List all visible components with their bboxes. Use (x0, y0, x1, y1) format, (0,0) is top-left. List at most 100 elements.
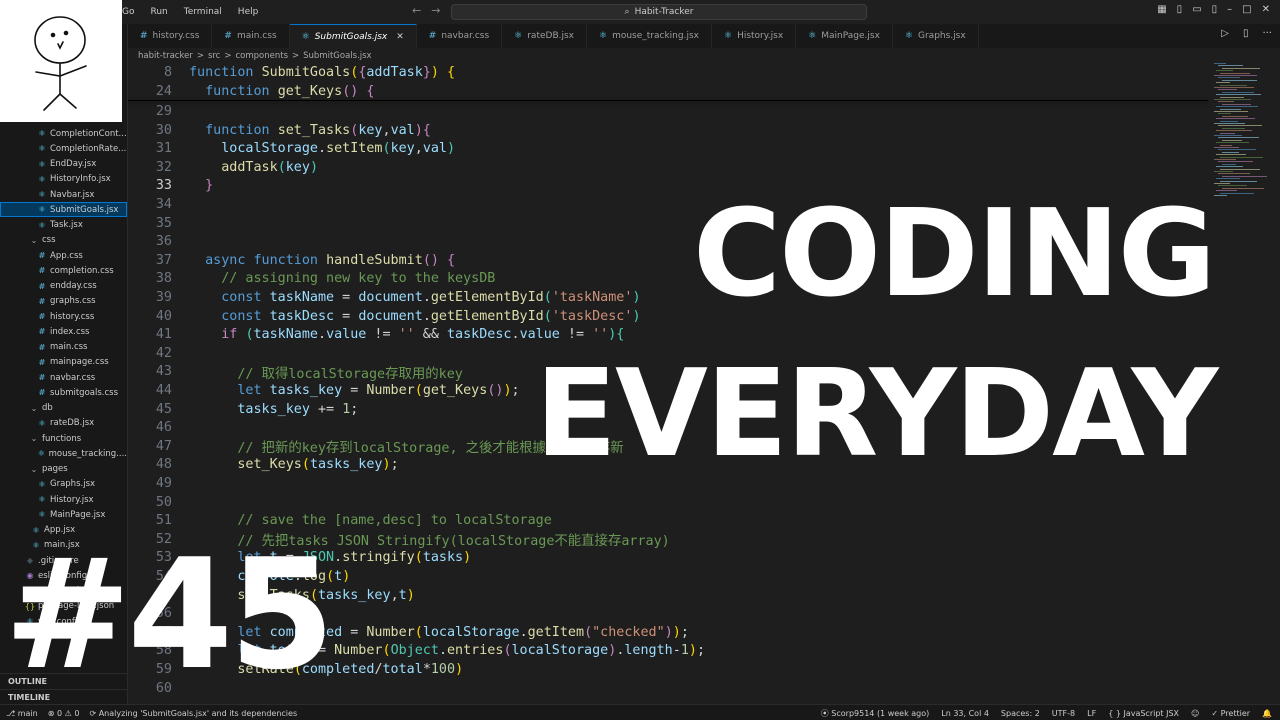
file-item[interactable]: ⚛ CompletionCont... (0, 126, 127, 141)
notifications-icon[interactable]: 🔔 (1262, 709, 1272, 718)
indentation[interactable]: Spaces: 2 (1001, 709, 1040, 718)
tab-mainpage-jsx[interactable]: ⚛ MainPage.jsx (796, 24, 893, 48)
tab-main-css[interactable]: # main.css (212, 24, 290, 48)
tab-ratedb-jsx[interactable]: ⚛ rateDB.jsx (502, 24, 587, 48)
encoding[interactable]: UTF-8 (1052, 709, 1075, 718)
code-line[interactable]: 33 } (128, 176, 213, 195)
code-line[interactable]: 50 (128, 493, 172, 512)
file-item[interactable]: ⚛ mouse_tracking.... (0, 446, 127, 461)
code-line[interactable]: 47 // 把新的key存到localStorage, 之後才能根據這個key存… (128, 437, 624, 457)
close-tab-icon[interactable]: ✕ (396, 32, 404, 42)
file-item[interactable]: ⚛ Navbar.jsx (0, 187, 127, 202)
toggle-secondary-sidebar-icon[interactable]: ▯ (1212, 4, 1218, 15)
code-line[interactable]: 34 (128, 195, 172, 214)
file-item[interactable]: # App.css (0, 248, 127, 263)
language-mode[interactable]: { } JavaScript JSX (1108, 709, 1179, 718)
minimap-line (1218, 113, 1231, 115)
command-center-search[interactable]: ⌕ Habit-Tracker (451, 4, 867, 20)
file-item[interactable]: ⚛ EndDay.jsx (0, 157, 127, 172)
toggle-sidebar-icon[interactable]: ▯ (1177, 4, 1183, 15)
menu-item-go[interactable]: Go (122, 7, 134, 17)
code-line[interactable]: 49 (128, 474, 172, 493)
code-line[interactable]: 40 const taskDesc = document.getElementB… (128, 307, 641, 326)
code-line[interactable]: 46 (128, 418, 172, 437)
code-line[interactable]: 41 if (taskName.value != '' && taskDesc.… (128, 325, 625, 344)
prettier-status[interactable]: ✓ Prettier (1211, 709, 1250, 718)
code-line[interactable]: 31 localStorage.setItem(key,val) (128, 139, 455, 158)
maximize-icon[interactable]: □ (1242, 4, 1251, 15)
folder-db[interactable]: ⌄ db (0, 401, 127, 416)
code-line[interactable]: 29 (128, 102, 172, 121)
tab-history-css[interactable]: # history.css (128, 24, 213, 48)
file-item[interactable]: # graphs.css (0, 294, 127, 309)
file-label: Task.jsx (50, 220, 83, 230)
tab-submitgoals-jsx[interactable]: ⚛ SubmitGoals.jsx ✕ (289, 24, 417, 48)
breadcrumb-item[interactable]: components (235, 51, 288, 61)
split-editor-icon[interactable]: ▯ (1243, 28, 1249, 39)
folder-pages[interactable]: ⌄ pages (0, 462, 127, 477)
file-item[interactable]: # navbar.css (0, 370, 127, 385)
more-actions-icon[interactable]: ··· (1262, 28, 1272, 39)
file-label: HistoryInfo.jsx (50, 174, 111, 185)
close-window-icon[interactable]: ✕ (1262, 4, 1270, 15)
code-line[interactable]: 37 async function handleSubmit() { (128, 251, 455, 270)
folder-css[interactable]: ⌄ css (0, 233, 127, 248)
file-item[interactable]: ⚛ CompletionRate... (0, 141, 127, 156)
forward-arrow-icon[interactable]: → (431, 4, 440, 17)
tab-history-jsx[interactable]: ⚛ History.jsx (712, 24, 797, 48)
minimize-icon[interactable]: – (1227, 4, 1232, 15)
code-text: const taskDesc = document.getElementById… (221, 308, 641, 324)
code-line[interactable]: 36 (128, 232, 172, 251)
file-item[interactable]: ⚛ MainPage.jsx (0, 507, 127, 522)
back-arrow-icon[interactable]: ← (412, 4, 421, 17)
menu-item-help[interactable]: Help (238, 7, 259, 17)
code-line[interactable]: 48 set_Keys(tasks_key); (128, 455, 399, 474)
file-item[interactable]: ⚛ rateDB.jsx (0, 416, 127, 431)
cursor-position[interactable]: Ln 33, Col 4 (941, 709, 989, 718)
toggle-panel-icon[interactable]: ▭ (1192, 4, 1201, 15)
code-line[interactable]: 45 tasks_key += 1; (128, 400, 358, 419)
code-line[interactable]: 43 // 取得localStorage存取用的key (128, 362, 463, 382)
tab-navbar-css[interactable]: # navbar.css (417, 24, 503, 48)
menu-item-run[interactable]: Run (150, 7, 167, 17)
file-item[interactable]: ⚛ Task.jsx (0, 218, 127, 233)
file-item[interactable]: ⚛ SubmitGoals.jsx (0, 202, 127, 218)
layout-icon[interactable]: ▦ (1157, 4, 1166, 15)
breadcrumb-item[interactable]: src (208, 51, 220, 61)
copilot-icon[interactable]: ☺ (1191, 709, 1199, 718)
file-item[interactable]: # endday.css (0, 279, 127, 294)
file-item[interactable]: # submitgoals.css (0, 385, 127, 400)
code-line[interactable]: 38 // assigning new key to the keysDB (128, 269, 495, 288)
breadcrumb-item[interactable]: SubmitGoals.jsx (303, 51, 371, 61)
menu-item-terminal[interactable]: Terminal (184, 7, 222, 17)
file-item[interactable]: # main.css (0, 340, 127, 355)
breadcrumb-item[interactable]: habit-tracker (138, 51, 193, 61)
tab-graphs-jsx[interactable]: ⚛ Graphs.jsx (893, 24, 979, 48)
problems-indicator[interactable]: ⊗ 0 ⚠ 0 (48, 709, 80, 718)
line-number: 31 (155, 141, 172, 157)
run-icon[interactable]: ▷ (1221, 28, 1229, 39)
file-item[interactable]: # completion.css (0, 263, 127, 278)
minimap[interactable] (1214, 63, 1274, 203)
file-item[interactable]: ⚛ History.jsx (0, 492, 127, 507)
file-item[interactable]: ⚛ Graphs.jsx (0, 477, 127, 492)
line-number: 48 (155, 457, 172, 473)
code-line[interactable]: 44 let tasks_key = Number(get_Keys()); (128, 381, 520, 400)
code-line[interactable]: 35 (128, 214, 172, 233)
folder-functions[interactable]: ⌄ functions (0, 431, 127, 446)
code-line[interactable]: 32 addTask(key) (128, 158, 318, 177)
code-line[interactable]: 39 const taskName = document.getElementB… (128, 288, 641, 307)
git-branch[interactable]: ⎇ main (6, 709, 38, 718)
end-of-line[interactable]: LF (1087, 709, 1096, 718)
code-line[interactable]: 24 function get_Keys() { (128, 82, 375, 101)
file-item[interactable]: # index.css (0, 324, 127, 339)
file-item[interactable]: # mainpage.css (0, 355, 127, 370)
react-file-icon: ⚛ (723, 31, 733, 41)
code-line[interactable]: 42 (128, 344, 172, 363)
git-blame[interactable]: ⦿ Scorp9514 (1 week ago) (821, 708, 930, 719)
file-item[interactable]: # history.css (0, 309, 127, 324)
file-item[interactable]: ⚛ HistoryInfo.jsx (0, 172, 127, 187)
code-line[interactable]: 30 function set_Tasks(key,val){ (128, 121, 431, 140)
tab-mouse-tracking-jsx[interactable]: ⚛ mouse_tracking.jsx (587, 24, 712, 48)
code-line[interactable]: 8 function SubmitGoals({addTask}) { (128, 63, 455, 82)
